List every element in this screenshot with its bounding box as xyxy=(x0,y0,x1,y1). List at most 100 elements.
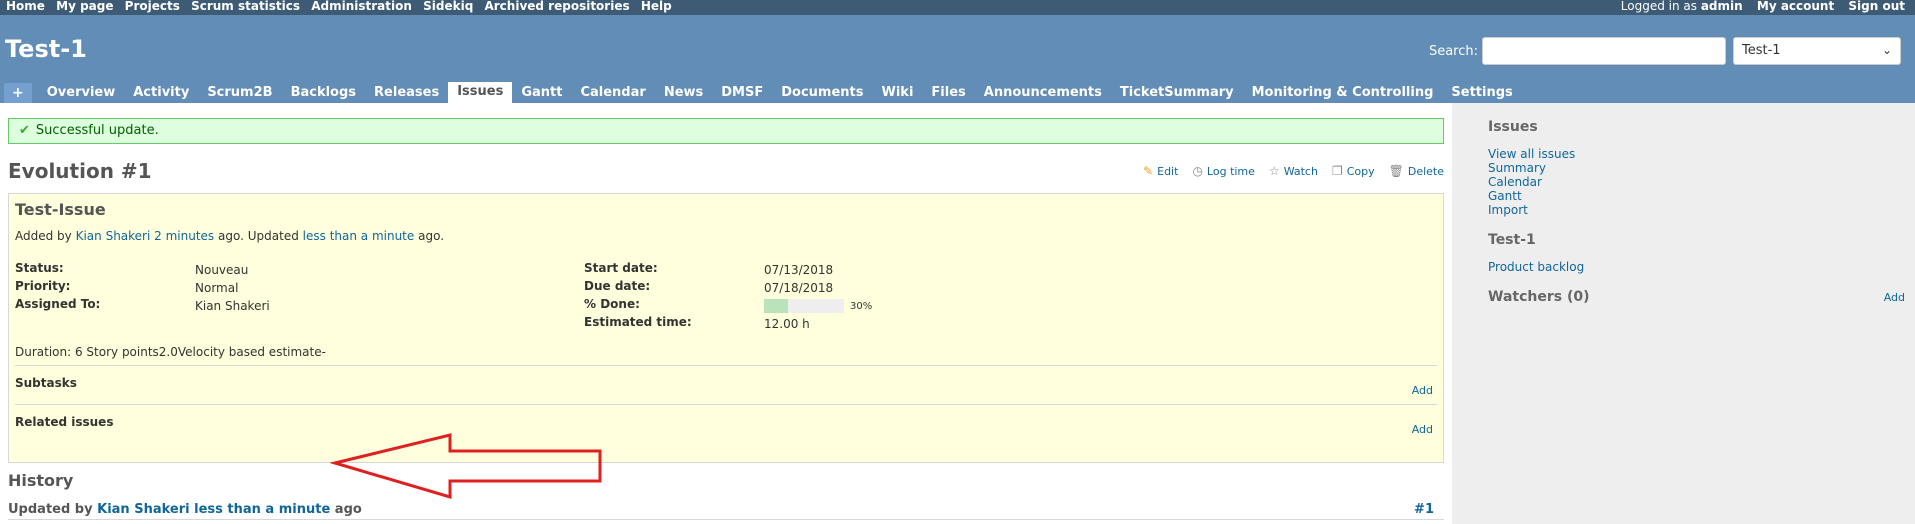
progress-bar xyxy=(764,299,844,313)
tab-calendar[interactable]: Calendar xyxy=(571,83,654,103)
flash-text: Successful update. xyxy=(35,123,159,138)
journal-header: Updated by Kian Shakeri less than a minu… xyxy=(8,502,1444,520)
top-link-my-account[interactable]: My account xyxy=(1757,0,1834,13)
custom-field-duration: Duration: 6 Story points2.0Velocity base… xyxy=(15,345,326,359)
tab-documents[interactable]: Documents xyxy=(772,83,872,103)
sidebar-link-view-all-issues[interactable]: View all issues xyxy=(1488,147,1899,161)
journal-ago-link[interactable]: less than a minute xyxy=(194,502,330,517)
tab-issues[interactable]: Issues xyxy=(448,82,513,103)
top-link-archived-repositories[interactable]: Archived repositories xyxy=(484,0,629,13)
logged-in-user[interactable]: admin xyxy=(1701,0,1743,13)
sidebar-issues-title: Issues xyxy=(1488,119,1538,135)
attr-value: 12.00 h xyxy=(764,317,810,331)
sidebar-link-product-backlog[interactable]: Product backlog xyxy=(1488,260,1899,274)
add-subtask-link[interactable]: Add xyxy=(1412,384,1433,397)
delete-button[interactable]: 🗑 Delete xyxy=(1389,164,1444,178)
attr-value: 30% xyxy=(764,297,872,315)
attr-value: 07/18/2018 xyxy=(764,281,834,295)
attr-status: Status: Nouveau xyxy=(15,261,584,279)
tab-announcements[interactable]: Announcements xyxy=(975,83,1111,103)
sidebar-link-gantt[interactable]: Gantt xyxy=(1488,189,1899,203)
watch-button[interactable]: ☆ Watch xyxy=(1269,164,1318,178)
attr-label: Due date: xyxy=(584,279,651,293)
top-link-home[interactable]: Home xyxy=(6,0,45,13)
main-content: ✔ Successful update. Evolution #1 ✎ Edit … xyxy=(0,103,1452,524)
progress-percent: 30% xyxy=(850,300,873,312)
top-link-scrum-statistics[interactable]: Scrum statistics xyxy=(191,0,300,13)
add-related-issue-link[interactable]: Add xyxy=(1412,423,1433,436)
updated-suffix: ago. xyxy=(418,229,445,243)
sidebar-link-calendar[interactable]: Calendar xyxy=(1488,175,1899,189)
top-link-administration[interactable]: Administration xyxy=(311,0,412,13)
sidebar-project: Test-1 Product backlog xyxy=(1488,232,1899,274)
tab-releases[interactable]: Releases xyxy=(365,83,448,103)
top-link-projects[interactable]: Projects xyxy=(125,0,180,13)
sidebar-issues-links: View all issues Summary Calendar Gantt I… xyxy=(1488,147,1899,217)
attr-assigned-to: Assigned To: Kian Shakeri xyxy=(15,297,584,315)
chevron-down-icon: ⌄ xyxy=(1881,43,1892,57)
attr-label: Priority: xyxy=(15,279,71,293)
tab-activity[interactable]: Activity xyxy=(124,83,198,103)
history-title: History xyxy=(8,471,74,490)
updated-ago-link[interactable]: less than a minute xyxy=(303,229,415,243)
edit-label: Edit xyxy=(1157,164,1179,178)
tab-scrum2b[interactable]: Scrum2B xyxy=(198,83,281,103)
watch-label: Watch xyxy=(1283,164,1318,178)
attr-label: Estimated time: xyxy=(584,315,692,329)
issue-attributes: Status: Nouveau Priority: Normal Assigne… xyxy=(15,261,1437,333)
assignee-link[interactable]: Kian Shakeri xyxy=(195,297,270,315)
attr-label: Status: xyxy=(15,261,64,275)
delete-label: Delete xyxy=(1407,164,1444,178)
subtasks-title: Subtasks xyxy=(15,376,77,390)
top-link-sign-out[interactable]: Sign out xyxy=(1848,0,1905,13)
tab-wiki[interactable]: Wiki xyxy=(873,83,923,103)
sidebar: Issues View all issues Summary Calendar … xyxy=(1452,103,1915,524)
tab-dmsf[interactable]: DMSF xyxy=(712,83,772,103)
sidebar-link-import[interactable]: Import xyxy=(1488,203,1899,217)
top-link-sidekiq[interactable]: Sidekiq xyxy=(423,0,473,13)
tab-news[interactable]: News xyxy=(655,83,712,103)
issue-subject: Test-Issue xyxy=(15,200,106,219)
project-jump-value: Test-1 xyxy=(1742,43,1781,58)
attr-label: Assigned To: xyxy=(15,297,101,311)
project-jump-select[interactable]: Test-1 ⌄ xyxy=(1733,37,1901,65)
added-by-prefix: Added by xyxy=(15,229,72,243)
journal-author-link[interactable]: Kian Shakeri xyxy=(97,502,189,517)
search-input[interactable] xyxy=(1482,37,1726,65)
tab-files[interactable]: Files xyxy=(922,83,974,103)
copy-label: Copy xyxy=(1346,164,1375,178)
search-label: Search: xyxy=(1428,43,1478,59)
created-ago-link[interactable]: 2 minutes xyxy=(154,229,214,243)
attributes-left: Status: Nouveau Priority: Normal Assigne… xyxy=(15,261,584,333)
attr-priority: Priority: Normal xyxy=(15,279,584,297)
sidebar-watchers: Watchers (0) Add xyxy=(1488,289,1905,305)
tab-overview[interactable]: Overview xyxy=(38,83,125,103)
tab-backlogs[interactable]: Backlogs xyxy=(282,83,365,103)
copy-button[interactable]: ❐ Copy xyxy=(1332,164,1375,178)
attr-done-ratio: % Done: 30% xyxy=(584,297,1153,315)
main-menu: + Overview Activity Scrum2B Backlogs Rel… xyxy=(4,82,1522,103)
issue-header: Evolution #1 ✎ Edit ◷ Log time ☆ Watch ❐ Cop… xyxy=(8,154,1444,188)
project-title[interactable]: Test-1 xyxy=(5,35,87,63)
log-time-label: Log time xyxy=(1206,164,1255,178)
pencil-icon: ✎ xyxy=(1143,164,1154,178)
tab-monitoring-controlling[interactable]: Monitoring & Controlling xyxy=(1243,83,1443,103)
attr-label: Start date: xyxy=(584,261,658,275)
related-issues-section: Related issues Add xyxy=(15,404,1437,443)
sidebar-link-summary[interactable]: Summary xyxy=(1488,161,1899,175)
journal-note-link[interactable]: #1 xyxy=(1414,502,1434,519)
add-watcher-link[interactable]: Add xyxy=(1884,291,1905,304)
edit-button[interactable]: ✎ Edit xyxy=(1143,164,1178,178)
tab-settings[interactable]: Settings xyxy=(1442,83,1521,103)
new-object-button[interactable]: + xyxy=(4,83,32,103)
tab-ticketsummary[interactable]: TicketSummary xyxy=(1111,83,1243,103)
top-link-help[interactable]: Help xyxy=(641,0,672,13)
updated-mid: ago. Updated xyxy=(218,229,299,243)
log-time-button[interactable]: ◷ Log time xyxy=(1192,164,1254,178)
checkmark-icon: ✔ xyxy=(19,123,30,138)
author-link[interactable]: Kian Shakeri xyxy=(76,229,151,243)
tab-gantt[interactable]: Gantt xyxy=(512,83,571,103)
trash-icon: 🗑 xyxy=(1388,164,1404,178)
header: Test-1 Search: Test-1 ⌄ + Overview Activ… xyxy=(0,15,1915,103)
top-link-my-page[interactable]: My page xyxy=(56,0,113,13)
